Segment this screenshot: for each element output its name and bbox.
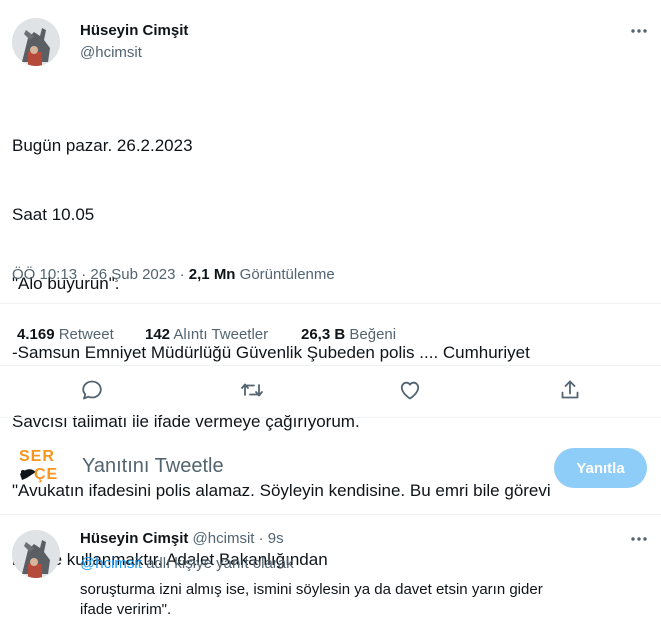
divider <box>0 417 661 418</box>
reply-submit-button[interactable]: Yanıtla <box>554 448 647 488</box>
reply-handle[interactable]: @hcimsit <box>193 530 255 547</box>
tweet-line: Savcısı talimatı ile ifade vermeye çağır… <box>12 412 360 431</box>
display-name[interactable]: Hüseyin Cimşit <box>80 22 188 39</box>
meta-separator: · <box>179 266 185 283</box>
reply-line: soruşturma izni almış ise, ismini söyles… <box>80 581 543 598</box>
avatar-image <box>12 18 60 66</box>
retweet-icon <box>241 383 263 397</box>
reply-header: Hüseyin Cimşit @hcimsit · 9s <box>80 530 284 547</box>
like-icon <box>400 381 420 400</box>
retweet-button[interactable] <box>235 373 269 407</box>
avatar-image <box>12 530 60 578</box>
logo-text-bottom: ÇE <box>34 466 59 483</box>
likes-label: Beğeni <box>349 326 397 343</box>
reply-dot: · <box>258 530 264 547</box>
tweet-line: "Avukatın ifadesini polis alamaz. Söyley… <box>12 481 551 500</box>
more-icon <box>631 537 647 541</box>
reply-time[interactable]: 9s <box>268 530 284 547</box>
more-icon <box>631 29 647 33</box>
share-button[interactable] <box>553 373 587 407</box>
logo-text-top: SER <box>19 448 55 465</box>
more-options-button[interactable] <box>627 19 651 43</box>
reply-avatar[interactable] <box>12 530 60 578</box>
likes-count: 26,3 B <box>301 326 346 343</box>
avatar[interactable] <box>12 18 60 66</box>
views-label: Görüntülenme <box>239 266 335 283</box>
reply-icon <box>82 380 102 400</box>
composer-avatar[interactable]: SER ÇE <box>14 444 62 492</box>
tweet-timestamp[interactable]: ÖÖ 10:13 · 26 Şub 2023 <box>12 266 175 283</box>
reply-display-name[interactable]: Hüseyin Cimşit <box>80 530 188 547</box>
replying-mention[interactable]: @hcimsit <box>80 555 142 572</box>
quotes-label: Alıntı Tweetler <box>173 326 269 343</box>
user-handle[interactable]: @hcimsit <box>80 44 142 61</box>
retweets-label: Retweet <box>58 326 114 343</box>
tweet-line: -Samsun Emniyet Müdürlüğü Güvenlik Şubed… <box>12 343 530 362</box>
reply-button[interactable] <box>75 373 109 407</box>
reply-input[interactable]: Yanıtını Tweetle <box>82 455 522 478</box>
retweets-stat[interactable]: 4.169 Retweet <box>17 326 114 343</box>
tweet-meta: ÖÖ 10:13 · 26 Şub 2023 · 2,1 Mn Görüntül… <box>12 266 335 283</box>
quotes-stat[interactable]: 142 Alıntı Tweetler <box>145 326 268 343</box>
likes-stat[interactable]: 26,3 B Beğeni <box>301 326 396 343</box>
tweet-line: Saat 10.05 <box>12 205 95 224</box>
reply-line: ifade veririm". <box>80 601 172 618</box>
retweets-count: 4.169 <box>17 326 55 343</box>
quotes-count: 142 <box>145 326 171 343</box>
replying-suffix: adlı kişiye yanıt olarak <box>141 555 294 572</box>
divider <box>0 365 661 366</box>
tweet-line: Bugün pazar. 26.2.2023 <box>12 136 193 155</box>
views-count: 2,1 Mn <box>188 266 236 283</box>
share-icon <box>561 380 579 399</box>
replying-to: @hcimsit adlı kişiye yanıt olarak <box>80 555 294 572</box>
divider <box>0 303 661 304</box>
like-button[interactable] <box>393 373 427 407</box>
reply-text: soruşturma izni almış ise, ismini söyles… <box>80 580 650 620</box>
divider <box>0 514 661 515</box>
reply-more-options-button[interactable] <box>627 527 651 551</box>
